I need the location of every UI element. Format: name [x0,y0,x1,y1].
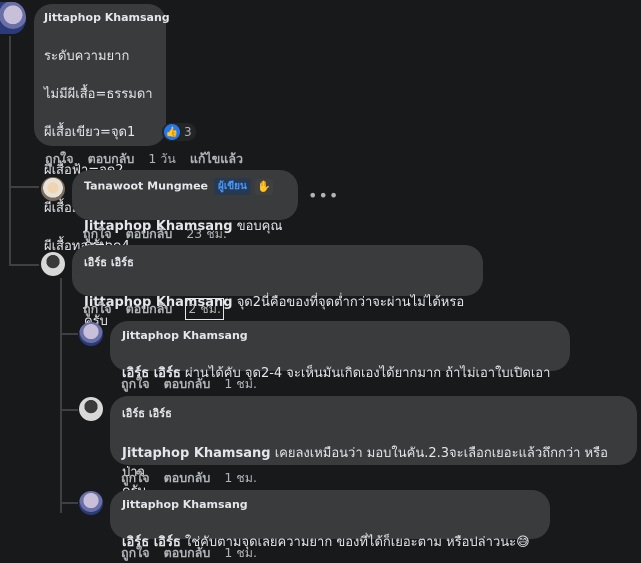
reply-button[interactable]: ตอบกลับ [164,374,211,394]
timestamp[interactable]: 23 ชม. [186,224,227,244]
comment-actions: ถูกใจ ตอบกลับ 1 ชม. [121,543,271,563]
comment-author[interactable]: เอิร์ธ เอิร์ธ [122,404,625,422]
like-button[interactable]: ถูกใจ [121,543,150,563]
thread-branch [9,264,39,266]
like-button[interactable]: ถูกใจ [83,224,112,244]
avatar[interactable] [0,2,26,34]
reply-button[interactable]: ตอบกลับ [126,224,173,244]
thread-branch [60,409,78,411]
comment-bubble: Jittaphop Khamsang ระดับความยาก ไม่มีผีเ… [34,4,170,254]
thread-branch [60,333,78,335]
reply-button[interactable]: ตอบกลับ [88,149,135,169]
timestamp[interactable]: 1 วัน [148,149,176,169]
like-button[interactable]: ถูกใจ [45,149,74,169]
comment-bubble: Jittaphop Khamsang เอิร์ธ เอิร์ธ ใช่คับต… [110,490,550,550]
thumbs-up-icon: 👍 [164,124,180,140]
comment-bubble: Tanawoot Mungmee ผู้เขียน ✋ Jittaphop Kham… [72,170,298,253]
comment-bubble: เอิร์ธ เอิร์ธ Jittaphop Khamsang เคยลงเห… [110,396,637,499]
thread-line [60,278,62,513]
thread-branch [9,186,39,188]
avatar[interactable] [79,397,103,421]
comment-author[interactable]: Jittaphop Khamsang [122,329,558,342]
timestamp[interactable]: 1 ชม. [224,374,257,394]
comment-actions: ถูกใจ ตอบกลับ 1 ชม. [121,468,271,488]
comment-author[interactable]: Jittaphop Khamsang [122,498,538,511]
timestamp[interactable]: 2 ชม. [185,298,224,320]
emoji: 😅 [516,535,530,550]
reply-button[interactable]: ตอบกลับ [164,543,211,563]
comment-actions: ถูกใจ ตอบกลับ 1 ชม. [121,374,271,394]
author-name[interactable]: Tanawoot Mungmee [84,180,208,193]
timestamp[interactable]: 1 ชม. [224,543,257,563]
thread-line [9,36,11,266]
avatar[interactable] [79,491,103,515]
like-button[interactable]: ถูกใจ [121,468,150,488]
avatar[interactable] [41,177,65,201]
comment-author: Tanawoot Mungmee ผู้เขียน ✋ [84,178,286,195]
reply-button[interactable]: ตอบกลับ [126,299,173,319]
wave-hand-icon: ✋ [254,178,273,195]
avatar[interactable] [79,322,103,346]
author-badge: ผู้เขียน [214,178,251,195]
comment-bubble: เอิร์ธ เอิร์ธ Jittaphop Khamsang จุด2นี่… [72,245,483,329]
comment-actions: ถูกใจ ตอบกลับ 2 ชม. [83,298,237,320]
like-button[interactable]: ถูกใจ [83,299,112,319]
comment-actions: ถูกใจ ตอบกลับ 23 ชม. [83,224,241,244]
comment-author[interactable]: Jittaphop Khamsang [44,11,170,24]
ellipsis-icon[interactable]: ••• [308,186,339,205]
like-button[interactable]: ถูกใจ [121,374,150,394]
timestamp[interactable]: 1 ชม. [224,468,257,488]
comment-actions: ถูกใจ ตอบกลับ 1 วัน แก้ไขแล้ว [45,149,257,169]
comment-author[interactable]: เอิร์ธ เอิร์ธ [84,253,471,271]
avatar[interactable] [41,252,65,276]
edited-label[interactable]: แก้ไขแล้ว [190,149,243,169]
reaction-count: 3 [184,125,192,139]
reaction-summary[interactable]: 👍 3 [162,123,196,141]
reply-button[interactable]: ตอบกลับ [164,468,211,488]
thread-branch [60,502,78,504]
mention-link[interactable]: Jittaphop Khamsang [122,446,271,461]
comment-bubble: Jittaphop Khamsang เอิร์ธ เอิร์ธ ผ่านได้… [110,321,570,381]
